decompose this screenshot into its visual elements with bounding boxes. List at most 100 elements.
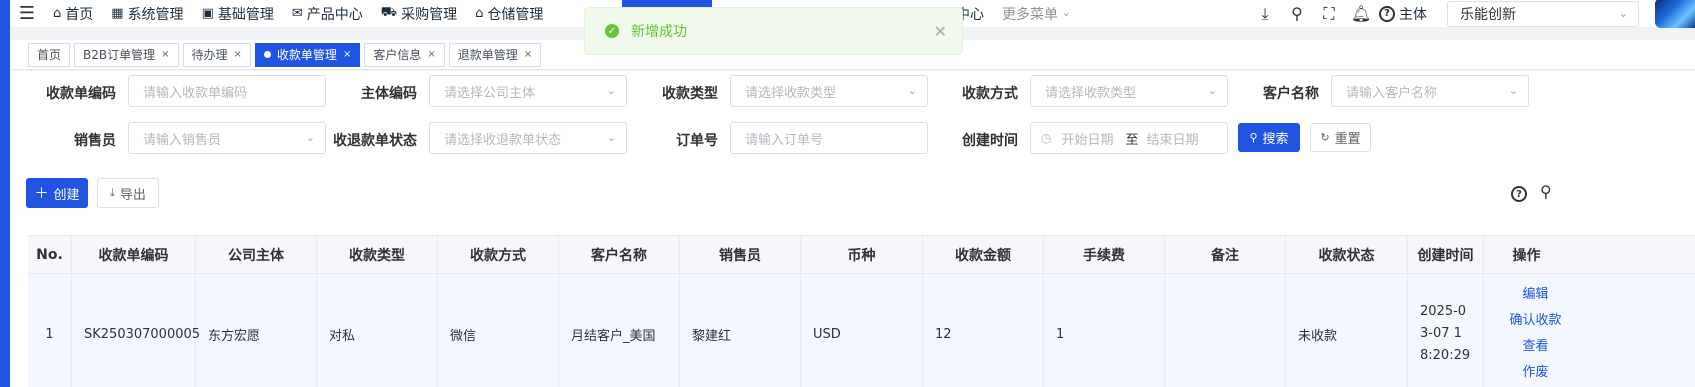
help-icon[interactable]: ?	[1511, 186, 1527, 202]
export-button[interactable]: ⤓ 导出	[97, 178, 159, 208]
tab-label: 待办理	[191, 48, 228, 62]
cell-remark	[1165, 274, 1286, 387]
receipt-type-select[interactable]: 请选择收款类型 ⌄	[730, 75, 928, 107]
avatar[interactable]	[1655, 0, 1695, 28]
tab-todo[interactable]: 待办理 ×	[182, 42, 251, 67]
th-method: 收款方式	[438, 236, 559, 273]
entity-select-value: 乐能创新	[1460, 6, 1516, 23]
create-button[interactable]: ＋ 创建	[26, 178, 88, 208]
th-type: 收款类型	[317, 236, 438, 273]
reset-button-label: 重置	[1334, 132, 1361, 147]
cell-status: 未收款	[1286, 274, 1408, 387]
end-date-placeholder: 结束日期	[1146, 132, 1199, 148]
entity-label: ? 主体	[1379, 4, 1427, 24]
start-date-placeholder: 开始日期	[1061, 132, 1114, 148]
cell-sales: 黎建红	[680, 274, 801, 387]
download-icon: ⤓	[110, 186, 115, 199]
tab-receipts[interactable]: 收款单管理 ×	[254, 42, 361, 67]
status-select[interactable]: 请选择收退款单状态 ⌄	[429, 122, 627, 154]
date-range-picker[interactable]: ◷ 开始日期 至 结束日期	[1030, 122, 1228, 154]
salesperson-select[interactable]: 请输入销售员 ⌄	[128, 122, 326, 154]
view-link[interactable]: 查看	[1522, 337, 1548, 357]
nav-item-label: 采购管理	[401, 6, 458, 23]
nav-more-menu[interactable]: 更多菜单 ⌄	[993, 0, 1079, 27]
grid-icon: ▣	[201, 6, 214, 21]
th-currency: 币种	[801, 236, 923, 273]
bell-icon[interactable]: 🔔︎	[1345, 4, 1377, 23]
cell-type: 对私	[317, 274, 438, 387]
close-icon[interactable]: ×	[161, 49, 169, 60]
void-link[interactable]: 作废	[1522, 363, 1548, 383]
nav-item-purchase[interactable]: ⛟ 采购管理	[372, 0, 466, 27]
cell-entity: 东方宏愿	[196, 274, 317, 387]
entity-code-select[interactable]: 请选择公司主体 ⌄	[429, 75, 627, 107]
success-toast: ✓ 新增成功 ✕	[584, 7, 963, 55]
refresh-icon: ↻	[1320, 131, 1330, 144]
nav-item-home[interactable]: ⌂ 首页	[44, 0, 102, 27]
filter-label-entity-code: 主体编码	[361, 86, 417, 102]
column-search-icon[interactable]: ⚲	[1540, 182, 1552, 201]
clock-icon: ◷	[1041, 131, 1052, 145]
salesperson-placeholder: 请输入销售员	[143, 132, 222, 148]
tab-b2b-orders[interactable]: B2B订单管理 ×	[74, 42, 179, 67]
chevron-down-icon: ⌄	[1508, 84, 1518, 97]
th-sales: 销售员	[680, 236, 801, 273]
tab-refunds[interactable]: 退款单管理 ×	[448, 42, 542, 67]
active-dot-icon	[263, 51, 271, 58]
range-separator: 至	[1125, 132, 1139, 148]
export-button-label: 导出	[119, 187, 146, 203]
nav-item-system[interactable]: ▦ 系统管理	[102, 0, 192, 27]
reset-button[interactable]: ↻ 重置	[1310, 123, 1371, 152]
mail-icon: ✉	[291, 6, 303, 21]
nav-item-product[interactable]: ✉ 产品中心	[283, 0, 372, 27]
close-icon[interactable]: ×	[524, 49, 532, 60]
confirm-receipt-link[interactable]: 确认收款	[1509, 311, 1561, 331]
fullscreen-icon[interactable]: ⛶	[1313, 4, 1345, 24]
nav-item-label: 首页	[65, 6, 94, 23]
th-amount: 收款金额	[923, 236, 1044, 273]
tab-label: 收款单管理	[276, 48, 337, 62]
th-created: 创建时间	[1408, 236, 1484, 273]
nav-item-label: 系统管理	[127, 6, 184, 23]
order-no-input[interactable]: 请输入订单号	[730, 122, 928, 154]
filter-label-salesperson: 销售员	[74, 133, 116, 149]
status-placeholder: 请选择收退款单状态	[444, 132, 562, 148]
tab-customers[interactable]: 客户信息 ×	[364, 42, 445, 67]
help-icon[interactable]: ?	[1379, 5, 1395, 22]
receipt-method-placeholder: 请选择收款类型	[1045, 85, 1137, 101]
chevron-down-icon: ⌄	[1618, 7, 1628, 20]
nav-item-basic[interactable]: ▣ 基础管理	[193, 0, 283, 27]
filter-label-receipt-no: 收款单编码	[46, 86, 116, 102]
filter-label-order-no: 订单号	[676, 133, 718, 149]
filter-label-customer: 客户名称	[1263, 86, 1319, 102]
menu-toggle-icon[interactable]: ☰	[10, 0, 44, 27]
home-icon: ⌂	[53, 6, 62, 21]
nav-item-label: 产品中心	[306, 6, 363, 23]
cell-currency: USD	[801, 274, 923, 387]
receipt-method-select[interactable]: 请选择收款类型 ⌄	[1030, 75, 1228, 107]
warehouse-icon: ⌂	[475, 6, 484, 21]
cell-no: 1	[28, 274, 72, 387]
close-icon[interactable]: ×	[427, 49, 435, 60]
th-ops: 操作	[1512, 247, 1541, 264]
tab-label: 客户信息	[373, 48, 422, 62]
th-customer: 客户名称	[559, 236, 680, 273]
nav-item-warehouse[interactable]: ⌂ 仓储管理	[466, 0, 552, 27]
tab-label: 退款单管理	[457, 48, 518, 62]
tab-home[interactable]: 首页	[28, 42, 71, 67]
plus-icon: ＋	[34, 186, 49, 202]
download-icon[interactable]: ⤓	[1249, 4, 1281, 24]
entity-select[interactable]: 乐能创新 ⌄	[1447, 0, 1639, 27]
edit-link[interactable]: 编辑	[1522, 285, 1548, 305]
close-icon[interactable]: ×	[234, 49, 242, 60]
success-check-icon: ✓	[605, 24, 619, 38]
close-icon[interactable]: ×	[343, 49, 351, 60]
search-icon[interactable]: ⚲	[1281, 4, 1313, 23]
close-icon[interactable]: ✕	[934, 22, 947, 41]
search-button[interactable]: ⚲ 搜索	[1238, 123, 1300, 152]
customer-placeholder: 请输入客户名称	[1346, 85, 1438, 101]
receipt-no-input[interactable]: 请输入收款单编码	[128, 75, 326, 107]
th-remark: 备注	[1165, 236, 1286, 273]
cell-amount: 12	[923, 274, 1044, 387]
customer-select[interactable]: 请输入客户名称 ⌄	[1331, 75, 1529, 107]
